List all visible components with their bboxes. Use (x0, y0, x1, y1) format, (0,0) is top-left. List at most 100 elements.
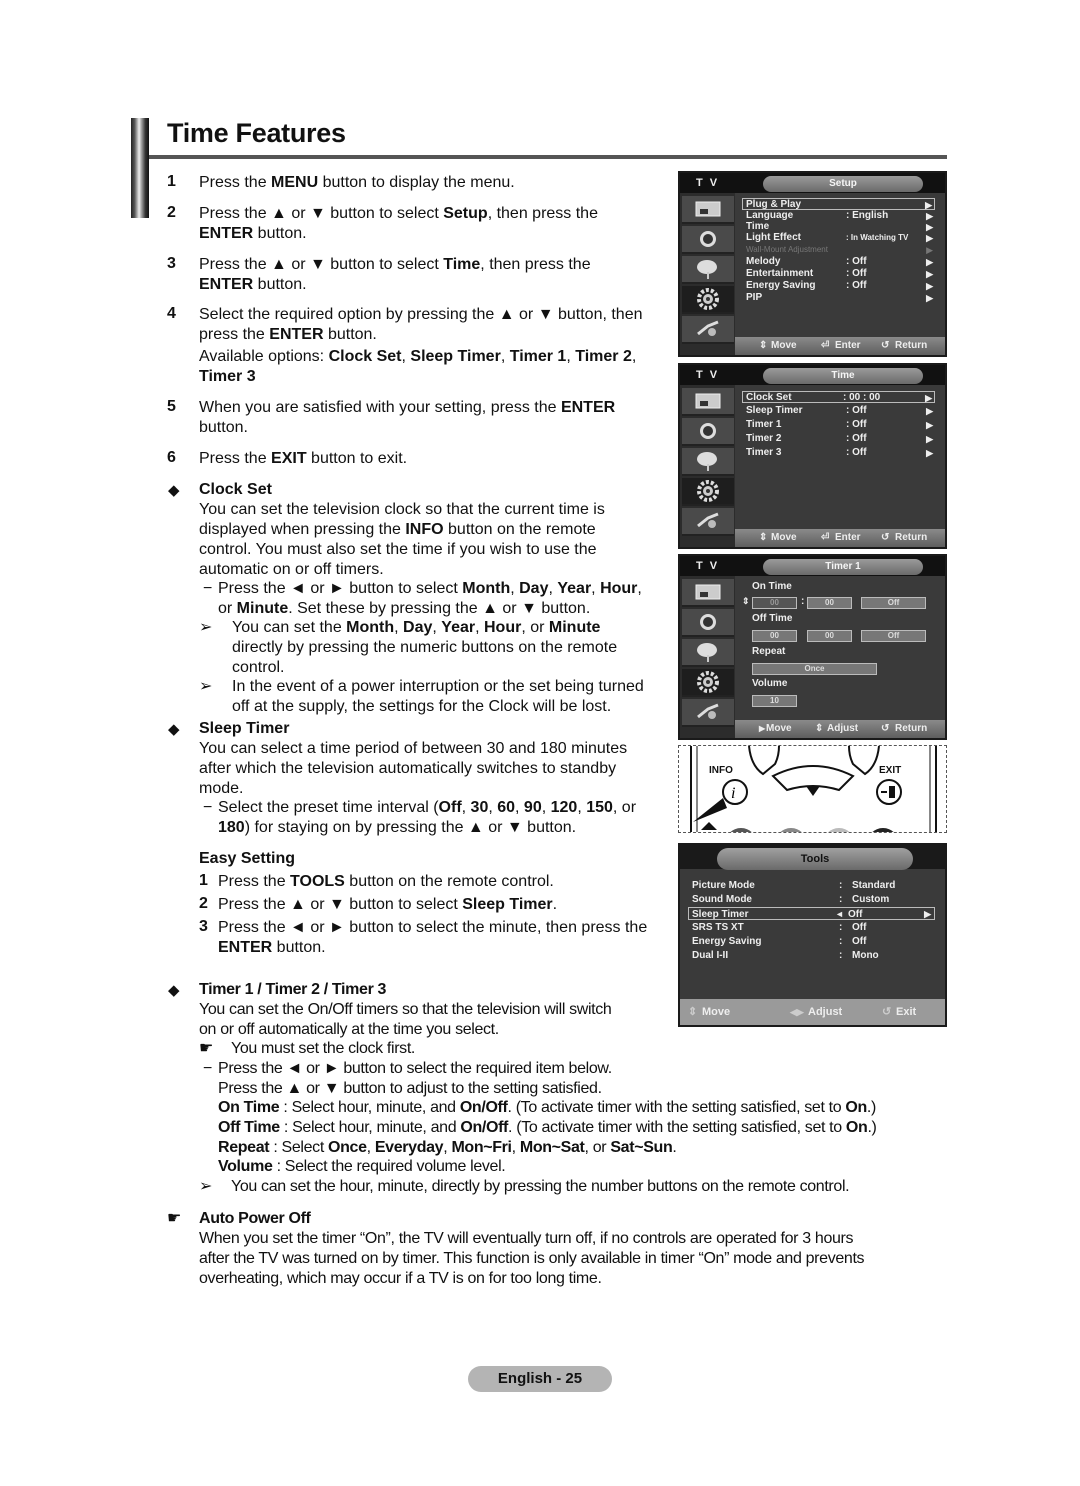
arrow-left-icon: ◄ (835, 909, 844, 919)
volume-label: Volume (752, 678, 788, 689)
sound-icon[interactable] (682, 226, 734, 254)
arrow-right-icon: ▶ (926, 406, 933, 416)
menu-row-sleep-timer[interactable]: Sleep Timer: Off ▶ (746, 405, 935, 417)
tools-title-bar: Tools (680, 845, 945, 870)
channel-icon[interactable] (682, 639, 734, 667)
clock-set-heading: Clock Set (199, 481, 272, 498)
tools-row-sound-mode[interactable]: Sound Mode: Custom (692, 893, 935, 906)
picture-icon[interactable] (682, 388, 734, 416)
menu-icon-column (680, 385, 735, 547)
menu-title: Time (763, 368, 923, 384)
remote-control-illustration: i INFO EXIT (678, 745, 947, 833)
volume-field[interactable]: 10 (752, 695, 797, 707)
sound-icon[interactable] (682, 418, 734, 446)
on-time-label: On Time (752, 581, 792, 592)
easy-step-text: Press the TOOLS button on the remote con… (218, 873, 554, 890)
input-icon[interactable] (682, 508, 734, 536)
off-time-state-field[interactable]: Off (861, 630, 926, 642)
easy-step-text: Press the ▲ or ▼ button to select Sleep … (218, 896, 558, 913)
info-button-label: INFO (709, 765, 733, 776)
tools-row-energy-saving[interactable]: Energy Saving: Off (692, 935, 935, 948)
menu-row-entertainment[interactable]: Entertainment: Off ▶ (746, 268, 935, 280)
repeat-field[interactable]: Once (752, 663, 877, 675)
input-icon[interactable] (682, 699, 734, 727)
arrow-right-icon: ▶ (926, 269, 933, 279)
step-text: Press the ▲ or ▼ button to select Time, … (199, 256, 591, 293)
setup-gear-icon[interactable] (682, 669, 734, 697)
menu-row-timer-2[interactable]: Timer 2: Off ▶ (746, 433, 935, 445)
menu-row-melody[interactable]: Melody: Off ▶ (746, 256, 935, 268)
on-time-minute-field[interactable]: 00 (807, 597, 852, 609)
timers-instruction: Press the ◄ or ► button to select the re… (218, 1060, 612, 1097)
on-time-state-field[interactable]: Off (861, 597, 926, 609)
move-icon: ⇕ (759, 340, 768, 351)
timers-volume: Volume : Select the required volume leve… (218, 1158, 506, 1175)
arrow-right-icon: ▶ (926, 281, 933, 291)
picture-icon[interactable] (682, 579, 734, 607)
diamond-bullet-icon: ◆ (168, 721, 180, 738)
auto-power-off-heading: Auto Power Off (199, 1210, 311, 1227)
sleep-timer-instruction: Select the preset time interval (Off, 30… (218, 799, 637, 836)
note-arrow-icon: ➢ (199, 1178, 213, 1195)
step-text: When you are satisfied with your setting… (199, 399, 616, 436)
menu-row-pip[interactable]: PIP ▶ (746, 292, 935, 304)
sleep-timer-heading: Sleep Timer (199, 720, 290, 737)
available-options: Available options: Clock Set, Sleep Time… (199, 348, 637, 385)
sound-icon[interactable] (682, 609, 734, 637)
step-text: Select the required option by pressing t… (199, 306, 643, 343)
move-icon: ▶ (759, 724, 766, 733)
arrow-right-icon: ▶ (926, 257, 933, 267)
easy-step-number: 1 (199, 872, 208, 889)
tv-label: T V (680, 365, 735, 385)
menu-row-timer-1[interactable]: Timer 1: Off ▶ (746, 419, 935, 431)
timers-off-time: Off Time : Select hour, minute, and On/O… (218, 1119, 877, 1136)
tools-row-dual[interactable]: Dual I-II: Mono (692, 949, 935, 962)
menu-title-bar: Setup (735, 173, 945, 193)
menu-row-light-effect[interactable]: Light Effect: In Watching TV ▶ (746, 232, 935, 244)
step-number: 4 (167, 305, 176, 322)
move-icon: ⇕ (688, 1006, 698, 1018)
arrow-right-icon: ▶ (926, 233, 933, 243)
channel-icon[interactable] (682, 448, 734, 476)
step-number: 2 (167, 204, 176, 221)
off-time-minute-field[interactable]: 00 (807, 630, 852, 642)
step-text: Press the ▲ or ▼ button to select Setup,… (199, 205, 598, 242)
off-time-label: Off Time (752, 613, 793, 624)
adjust-icon: ⇕ (815, 723, 824, 734)
off-time-hour-field[interactable]: 00 (752, 630, 797, 642)
exit-button-label: EXIT (879, 765, 902, 776)
return-icon: ↺ (881, 340, 890, 351)
menu-row-plug-and-play[interactable]: Plug & Play ▶ (742, 198, 935, 210)
tools-row-sleep-timer[interactable]: Sleep Timer ◄ Off ▶ (688, 907, 935, 920)
menu-footer: ⇕ Move ⏎ Enter ↺ Return (735, 529, 945, 547)
channel-icon[interactable] (682, 256, 734, 284)
exit-icon: ↺ (882, 1006, 892, 1018)
step-text: Press the EXIT button to exit. (199, 450, 408, 467)
on-time-hour-field[interactable]: 00 (752, 597, 797, 609)
clock-set-body: You can set the television clock so that… (199, 501, 605, 578)
timers-body: You can set the On/Off timers so that th… (199, 1001, 612, 1038)
timers-note: You can set the hour, minute, directly b… (231, 1178, 850, 1195)
menu-row-clock-set[interactable]: Clock Set: 00 : 00 ▶ (742, 391, 935, 403)
setup-gear-icon[interactable] (682, 286, 734, 314)
tools-row-srs-ts-xt[interactable]: SRS TS XT: Off (692, 921, 935, 934)
picture-icon[interactable] (682, 196, 734, 224)
dash-icon: − (203, 799, 213, 816)
title-rule (149, 155, 947, 159)
clock-set-instruction: Press the ◄ or ► button to select Month,… (218, 580, 642, 617)
page-title: Time Features (167, 118, 346, 148)
setup-gear-icon[interactable] (682, 478, 734, 506)
tools-row-picture-mode[interactable]: Picture Mode: Standard (692, 879, 935, 892)
tv-menu-time: T V Time Clock Set: 00 : 00 ▶ Sleep Timer… (678, 363, 947, 549)
menu-row-energy-saving[interactable]: Energy Saving: Off ▶ (746, 280, 935, 292)
timers-heading: Timer 1 / Timer 2 / Timer 3 (199, 981, 387, 998)
input-icon[interactable] (682, 316, 734, 344)
enter-icon: ⏎ (821, 532, 830, 543)
return-icon: ↺ (881, 532, 890, 543)
menu-row-wall-mount: Wall-Mount Adjustment ▶ (746, 245, 933, 255)
menu-icon-column (680, 193, 735, 355)
menu-row-timer-3[interactable]: Timer 3: Off ▶ (746, 447, 935, 459)
step-number: 6 (167, 449, 176, 466)
menu-title: Setup (763, 176, 923, 192)
svg-text:i: i (731, 785, 735, 802)
